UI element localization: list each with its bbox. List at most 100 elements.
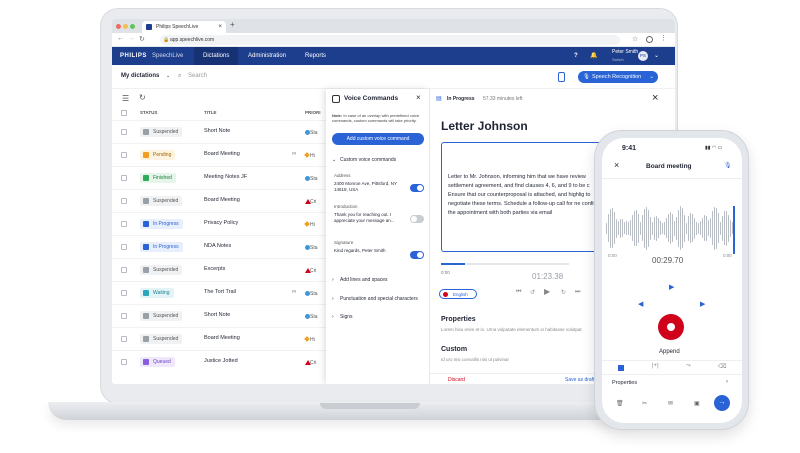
chevron-right-icon[interactable]: › [332, 314, 334, 320]
row-checkbox[interactable] [121, 336, 127, 342]
minimize-window-icon[interactable] [123, 24, 128, 29]
skip-forward-icon[interactable]: ⏭ [575, 289, 580, 296]
delete-mode-icon[interactable]: ⌫ [718, 363, 726, 370]
device-icon[interactable] [558, 72, 565, 82]
table-row[interactable]: In Progress Privacy Policy Hi [112, 212, 332, 235]
group-add-lines[interactable]: Add lines and spaces [340, 277, 388, 283]
chevron-down-icon[interactable]: ⌄ [332, 157, 336, 163]
play-icon[interactable]: ▶ [544, 287, 550, 296]
chevron-right-icon[interactable]: › [332, 277, 334, 283]
close-icon[interactable]: × [416, 93, 421, 102]
url-field[interactable]: 🔒 app.speechlive.com [160, 35, 620, 45]
rewind-icon[interactable]: ◀ [638, 300, 643, 308]
save-draft-button[interactable]: Save as draft [565, 377, 594, 383]
refresh-icon[interactable]: ↻ [139, 93, 146, 102]
table-row[interactable]: Waiting The Tort Trail ∞ Sta [112, 281, 332, 304]
profile-icon[interactable] [646, 36, 653, 43]
table-row[interactable]: Pending Board Meeting ∞ Hi [112, 143, 332, 166]
row-checkbox[interactable] [121, 267, 127, 273]
microphone-icon[interactable]: 🎙 [724, 162, 732, 169]
overwrite-mode-icon[interactable]: ⤳ [686, 363, 691, 370]
reload-icon[interactable]: ↻ [139, 35, 145, 43]
table-row[interactable]: Suspended Short Note Sta [112, 304, 332, 327]
column-title[interactable]: TITLE [204, 110, 217, 115]
table-row[interactable]: Finished Meeting Notes JF Sta [112, 166, 332, 189]
browser-menu-icon[interactable]: ⋮ [660, 34, 667, 42]
row-checkbox[interactable] [121, 244, 127, 250]
table-row[interactable]: Suspended Board Meeting Hi [112, 327, 332, 350]
notification-bell-icon[interactable]: 🔔 [590, 47, 597, 65]
row-checkbox[interactable] [121, 152, 127, 158]
waveform[interactable] [602, 198, 742, 258]
table-row[interactable]: In Progress NDA Notes Sta [112, 235, 332, 258]
close-tab-icon[interactable]: × [218, 21, 222, 33]
section-custom-commands[interactable]: Custom voice commands [340, 157, 396, 163]
table-row[interactable]: Queued Justice Jotted Cri [112, 350, 332, 373]
add-custom-command-button[interactable]: Add custom voice command [332, 133, 424, 145]
row-priority: Sta [310, 130, 318, 136]
chevron-down-icon[interactable]: ⌄ [649, 71, 654, 83]
rewind-icon[interactable]: ↺ [530, 289, 535, 296]
new-tab-icon[interactable]: + [230, 20, 235, 29]
column-status[interactable]: STATUS [140, 110, 157, 115]
chevron-down-icon[interactable]: ⌄ [654, 47, 659, 65]
forward-icon[interactable]: ↻ [561, 289, 566, 296]
discard-button[interactable]: Discard [448, 377, 465, 383]
row-checkbox[interactable] [121, 175, 127, 181]
trash-icon[interactable]: 🗑 [616, 400, 624, 407]
status-badge: In Progress [140, 219, 183, 229]
row-checkbox[interactable] [121, 313, 127, 319]
speech-recognition-button[interactable]: 🎙 Speech Recognition ⌄ [578, 71, 658, 83]
command-label: Introduction [334, 204, 358, 209]
nav-tab-reports[interactable]: Reports [305, 47, 326, 65]
avatar[interactable]: PS [638, 51, 648, 61]
send-button[interactable]: → [714, 395, 730, 411]
bookmark-icon[interactable]: ☆ [632, 35, 638, 43]
command-value: 2400 Monroe Ave, Pittsford, NY 14618, US… [334, 181, 397, 192]
forward-icon[interactable]: → [128, 35, 135, 42]
chevron-down-icon[interactable]: ⌄ [166, 73, 170, 79]
skip-back-icon[interactable]: ⏮ [516, 289, 521, 296]
command-toggle[interactable] [410, 184, 424, 192]
insert-mode-icon[interactable]: |+| [652, 363, 659, 369]
forward-icon[interactable]: ▶ [700, 300, 705, 308]
nav-tab-administration[interactable]: Administration [248, 47, 286, 65]
properties-row[interactable]: Properties [612, 380, 637, 386]
search-input[interactable]: Search [188, 73, 207, 79]
table-row[interactable]: Suspended Short Note Sta [112, 120, 332, 143]
nav-tab-dictations[interactable]: Dictations [194, 47, 239, 65]
inbox-icon[interactable]: ▣ [694, 400, 700, 407]
back-icon[interactable]: ← [117, 35, 124, 42]
command-toggle[interactable] [410, 251, 424, 259]
group-signs[interactable]: Signs [340, 314, 353, 320]
close-icon[interactable]: × [652, 92, 658, 104]
close-window-icon[interactable] [116, 24, 121, 29]
filter-icon[interactable]: ☰ [122, 94, 129, 103]
select-all-checkbox[interactable] [121, 110, 127, 116]
maximize-window-icon[interactable] [130, 24, 135, 29]
append-mode-icon[interactable] [618, 365, 624, 371]
record-button[interactable] [658, 314, 684, 340]
play-icon[interactable]: ▶ [669, 283, 674, 291]
group-punctuation[interactable]: Punctuation and special characters [340, 296, 418, 302]
playhead[interactable] [733, 206, 735, 254]
row-checkbox[interactable] [121, 290, 127, 296]
row-checkbox[interactable] [121, 198, 127, 204]
folder-selector[interactable]: My dictations [121, 73, 159, 79]
table-row[interactable]: Suspended Excerpts Cri [112, 258, 332, 281]
row-checkbox[interactable] [121, 129, 127, 135]
browser-tab[interactable]: Philips SpeechLive × [142, 21, 226, 33]
help-icon[interactable]: ? [574, 47, 578, 65]
chevron-right-icon[interactable]: › [726, 379, 728, 385]
row-checkbox[interactable] [121, 359, 127, 365]
status-badge: Suspended [140, 196, 183, 206]
table-row[interactable]: Suspended Board Meeting Cri [112, 189, 332, 212]
row-checkbox[interactable] [121, 221, 127, 227]
cut-icon[interactable]: ✂ [642, 400, 647, 407]
chevron-right-icon[interactable]: › [332, 296, 334, 302]
close-icon[interactable]: × [614, 160, 619, 170]
language-select[interactable]: English [439, 289, 477, 299]
column-priority[interactable]: PRIORI [305, 110, 321, 115]
mail-icon[interactable]: ✉ [668, 400, 673, 407]
command-toggle[interactable] [410, 215, 424, 223]
